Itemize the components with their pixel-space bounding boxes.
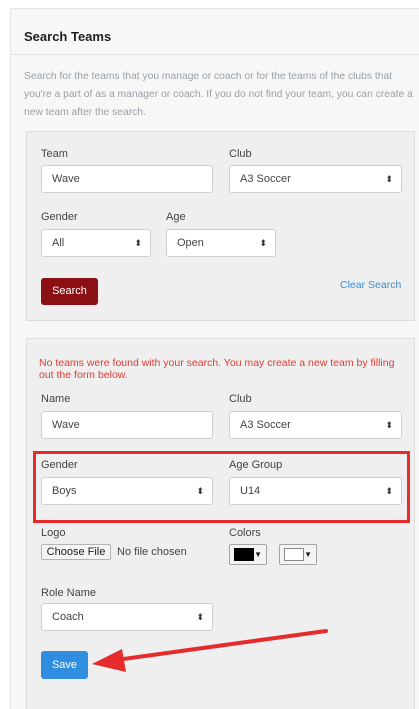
name-input[interactable]: Wave (41, 411, 213, 439)
save-button[interactable]: Save (41, 651, 88, 679)
annotation-arrow-icon (92, 629, 328, 672)
dropdown-arrow-icon: ▼ (304, 550, 312, 559)
gender-select[interactable]: All ⬍ (41, 229, 151, 257)
select-arrows-icon: ⬍ (259, 238, 267, 248)
select-arrows-icon: ⬍ (385, 174, 393, 184)
club-select[interactable]: A3 Soccer ⬍ (229, 165, 402, 193)
create-club-select[interactable]: A3 Soccer ⬍ (229, 411, 402, 439)
role-name-select-value: Coach (52, 611, 84, 623)
secondary-color-picker[interactable]: ▼ (279, 544, 317, 565)
select-arrows-icon: ⬍ (134, 238, 142, 248)
age-select[interactable]: Open ⬍ (166, 229, 276, 257)
club-label: Club (229, 148, 252, 160)
title-divider (11, 54, 419, 55)
club-select-value: A3 Soccer (240, 173, 291, 185)
role-name-label: Role Name (41, 587, 97, 599)
panel-title: Search Teams (24, 29, 112, 44)
name-label: Name (41, 393, 71, 405)
age-select-value: Open (177, 237, 204, 249)
no-file-text: No file chosen (117, 546, 187, 558)
colors-label: Colors (229, 527, 261, 539)
search-button[interactable]: Search (41, 278, 98, 305)
select-arrows-icon: ⬍ (385, 420, 393, 430)
primary-color-picker[interactable]: ▼ (229, 544, 267, 565)
age-label: Age (166, 211, 186, 223)
team-input[interactable]: Wave (41, 165, 213, 193)
choose-file-button[interactable]: Choose File (41, 544, 111, 560)
create-club-label: Club (229, 393, 252, 405)
team-label: Team (41, 148, 68, 160)
no-results-message: No teams were found with your search. Yo… (39, 357, 395, 381)
gender-label: Gender (41, 211, 78, 223)
logo-label: Logo (41, 527, 66, 539)
dropdown-arrow-icon: ▼ (254, 550, 262, 559)
annotation-highlight-box (33, 451, 410, 523)
create-club-select-value: A3 Soccer (240, 419, 291, 431)
clear-search-link[interactable]: Clear Search (340, 279, 401, 291)
intro-text: Search for the teams that you manage or … (24, 71, 413, 118)
secondary-color-swatch (284, 548, 304, 561)
gender-select-value: All (52, 237, 65, 249)
primary-color-swatch (234, 548, 254, 561)
